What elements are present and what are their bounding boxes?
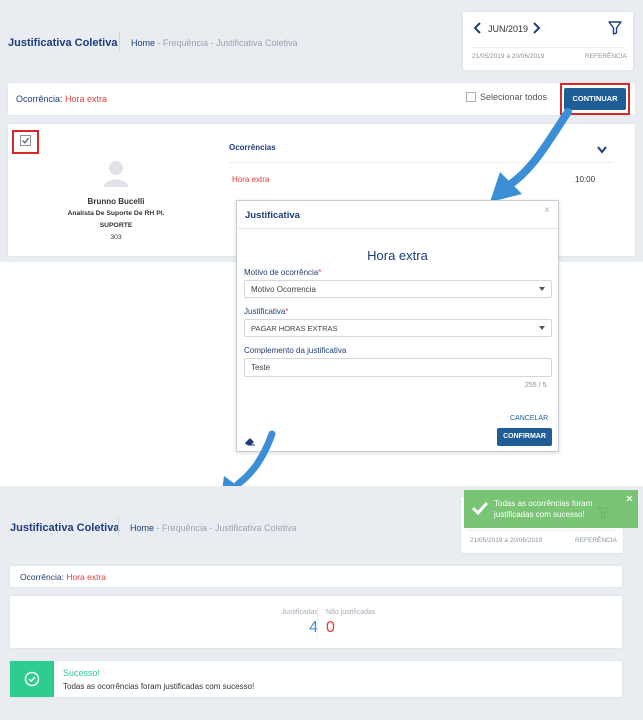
checkbox-highlight bbox=[12, 130, 39, 154]
select-all-checkbox[interactable] bbox=[466, 92, 476, 102]
modal-title: Justificativa bbox=[245, 210, 300, 221]
counts-divider bbox=[317, 608, 318, 638]
ocorrencia-value: Hora extra bbox=[65, 94, 108, 104]
arrow-to-modal bbox=[490, 108, 572, 202]
period-month: JUN/2019 bbox=[488, 24, 529, 34]
result-reference-label: REFERÊNCIA bbox=[575, 537, 617, 544]
filter-button[interactable] bbox=[607, 20, 623, 36]
justificativa-select[interactable]: PAGAR HORAS EXTRAS bbox=[244, 319, 552, 337]
employee-name: Brunno Bucelli bbox=[87, 197, 145, 206]
result-period-divider bbox=[467, 530, 617, 531]
ocorrencia-text: Ocorrência: Hora extra bbox=[16, 94, 107, 104]
breadcrumb-path: - Frequência - Justificativa Coletiva bbox=[155, 38, 298, 48]
success-title: Sucesso! bbox=[63, 668, 101, 678]
check-icon bbox=[471, 501, 489, 516]
result-ocorrencia-bar: Ocorrência: Hora extra bbox=[10, 566, 622, 587]
modal-heading: Hora extra bbox=[367, 248, 428, 263]
employee-dept: SUPORTE bbox=[99, 222, 133, 229]
justificativa-modal: Justificativa × Hora extra Motivo de oco… bbox=[236, 200, 559, 452]
result-ocorrencia-text: Ocorrência: Hora extra bbox=[20, 572, 106, 582]
result-counts-card: Justificadas 4 Não justificadas 0 bbox=[10, 596, 622, 648]
success-toast: Todas as ocorrências foram justificadas … bbox=[464, 490, 638, 528]
motivo-label: Motivo de ocorrência* bbox=[244, 268, 322, 277]
result-period-range: 21/05/2019 a 20/06/2019 bbox=[470, 537, 543, 544]
complemento-label: Complemento da justificativa bbox=[244, 346, 347, 355]
ocorrencias-header: Ocorrências bbox=[229, 143, 276, 152]
chevron-down-icon bbox=[597, 146, 607, 154]
next-month-button[interactable] bbox=[530, 21, 542, 35]
justificadas-label: Justificadas bbox=[281, 609, 318, 616]
chevron-left-icon bbox=[473, 22, 481, 34]
success-alert-strip bbox=[10, 661, 54, 697]
period-divider bbox=[471, 47, 625, 48]
employee-role: Analista De Suporte De RH Pl. bbox=[67, 210, 165, 217]
caret-down-icon bbox=[539, 326, 545, 330]
employee-code: 303 bbox=[110, 234, 122, 241]
reference-label: REFERÊNCIA bbox=[585, 53, 627, 60]
period-range: 21/05/2019 a 20/06/2019 bbox=[472, 53, 545, 60]
cancel-button[interactable]: CANCELAR bbox=[510, 415, 548, 422]
period-card: JUN/2019 21/05/2019 a 20/06/2019 REFERÊN… bbox=[463, 12, 633, 70]
result-breadcrumb: Home - Frequência - Justificativa Coleti… bbox=[130, 523, 297, 533]
result-breadcrumb-path: - Frequência - Justificativa Coletiva bbox=[154, 523, 297, 533]
prev-month-button[interactable] bbox=[472, 21, 484, 35]
chevron-right-icon bbox=[533, 22, 541, 34]
page-title: Justificativa Coletiva bbox=[8, 37, 118, 49]
complemento-value: Teste bbox=[251, 363, 271, 372]
result-ocorrencia-label: Ocorrência: bbox=[20, 572, 64, 582]
complemento-input[interactable]: Teste bbox=[244, 358, 552, 377]
close-icon[interactable]: × bbox=[544, 205, 550, 216]
result-header-divider bbox=[118, 517, 119, 537]
caret-down-icon bbox=[539, 287, 545, 291]
header-divider bbox=[119, 32, 120, 52]
motivo-select[interactable]: Motivo Ocorrencia bbox=[244, 280, 552, 298]
justificativa-label: Justificativa* bbox=[244, 307, 289, 316]
user-avatar-icon bbox=[102, 158, 130, 188]
toast-text: Todas as ocorrências foram justificadas … bbox=[494, 499, 593, 519]
char-counter: 255 / 5 bbox=[525, 382, 547, 389]
success-text: Todas as ocorrências foram justificadas … bbox=[63, 682, 255, 691]
nao-justificadas-value: 0 bbox=[326, 619, 335, 636]
continue-button[interactable]: CONTINUAR bbox=[564, 88, 626, 110]
result-breadcrumb-home[interactable]: Home bbox=[130, 523, 154, 533]
motivo-value: Motivo Ocorrencia bbox=[251, 284, 316, 294]
ocorrencia-item: Hora extra bbox=[232, 175, 270, 184]
expand-ocorrencias-button[interactable] bbox=[596, 142, 608, 154]
check-circle-icon bbox=[24, 671, 40, 687]
confirm-button[interactable]: CONFIRMAR bbox=[497, 428, 552, 446]
breadcrumb: Home - Frequência - Justificativa Coleti… bbox=[131, 38, 298, 48]
justificativa-value: PAGAR HORAS EXTRAS bbox=[251, 323, 338, 333]
nao-justificadas-label: Não justificadas bbox=[326, 609, 376, 616]
success-alert: Sucesso! Todas as ocorrências foram just… bbox=[10, 661, 622, 697]
filter-icon bbox=[608, 21, 622, 35]
breadcrumb-home[interactable]: Home bbox=[131, 38, 155, 48]
justificadas-value: 4 bbox=[309, 619, 318, 636]
ocorrencia-label: Ocorrência: bbox=[16, 94, 63, 104]
result-page-title: Justificativa Coletiva bbox=[10, 522, 120, 534]
result-ocorrencia-value: Hora extra bbox=[66, 572, 106, 582]
select-all-label: Selecionar todos bbox=[480, 92, 548, 102]
close-icon[interactable] bbox=[626, 495, 633, 502]
modal-header-divider bbox=[237, 228, 558, 229]
